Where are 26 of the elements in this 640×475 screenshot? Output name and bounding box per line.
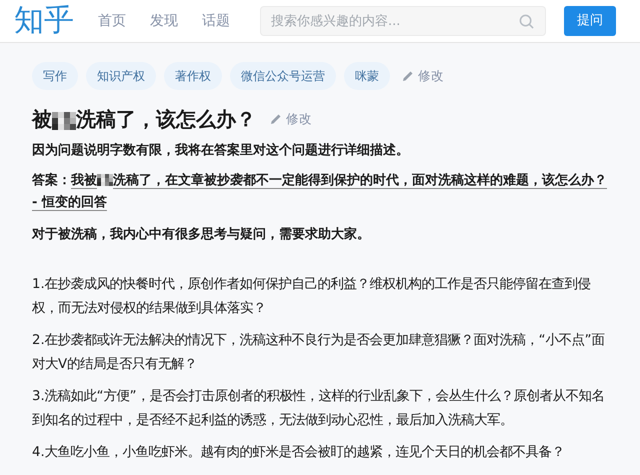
logo[interactable]: 知乎	[14, 6, 74, 36]
body-paragraph: 2.在抄袭都或许无法解决的情况下，洗稿这种不良行为是否会更加肆意猖獗？面对洗稿，“小不点”面对大V的结局是否只有无解？	[32, 332, 606, 374]
topic-tag[interactable]: 咪蒙	[344, 62, 390, 90]
pixelated-mosaic	[52, 112, 76, 130]
edit-link[interactable]: 修改	[402, 66, 444, 86]
question-note: 因为问题说明字数有限，我将在答案里对这个问题进行详细描述。	[32, 142, 410, 160]
search-icon[interactable]	[519, 14, 534, 29]
body-paragraph: 4.大鱼吃小鱼，小鱼吃虾米。越有肉的虾米是否会被盯的越紧，连见个天日的机会都不具备？	[32, 444, 566, 462]
body-paragraph: 3.洗稿如此“方便”，是否会打击原创者的积极性，这样的行业乱象下，会丛生什么？原创者从不知名到知名的过程中，是否经不起利益的诱惑，无法做到动心忍性，最后加入洗稿大军。	[32, 388, 606, 430]
question-title: 被 洗稿了，该怎么办？	[32, 106, 256, 133]
pencil-icon	[402, 70, 414, 82]
pencil-icon	[270, 113, 282, 125]
pixelated-mosaic	[97, 174, 113, 186]
topic-tag[interactable]: 知识产权	[86, 62, 156, 90]
topic-tag[interactable]: 著作权	[164, 62, 222, 90]
search-field[interactable]: 搜索你感兴趣的内容...	[260, 6, 546, 36]
ask-button[interactable]: 提问	[564, 6, 616, 36]
edit-link[interactable]: 修改	[270, 110, 312, 128]
answer-link[interactable]: 答案：我被 洗稿了，在文章被抄袭都不一定能得到保护的时代，面对洗稿这样的难题，该怎么办？ - 恒变的回答	[32, 170, 607, 214]
nav-link[interactable]: 话题	[202, 10, 230, 32]
topic-tag[interactable]: 微信公众号运营	[230, 62, 336, 90]
body-paragraph: 1.在抄袭成风的快餐时代，原创作者如何保护自己的利益？维权机构的工作是否只能停留在查到侵权，而无法对侵权的结果做到具体落实？	[32, 276, 592, 318]
question-intro: 对于被洗稿，我内心中有很多思考与疑问，需要求助大家。	[32, 226, 371, 244]
nav-link[interactable]: 首页	[98, 10, 126, 32]
nav-link[interactable]: 发现	[150, 10, 178, 32]
topic-tag[interactable]: 写作	[32, 62, 78, 90]
